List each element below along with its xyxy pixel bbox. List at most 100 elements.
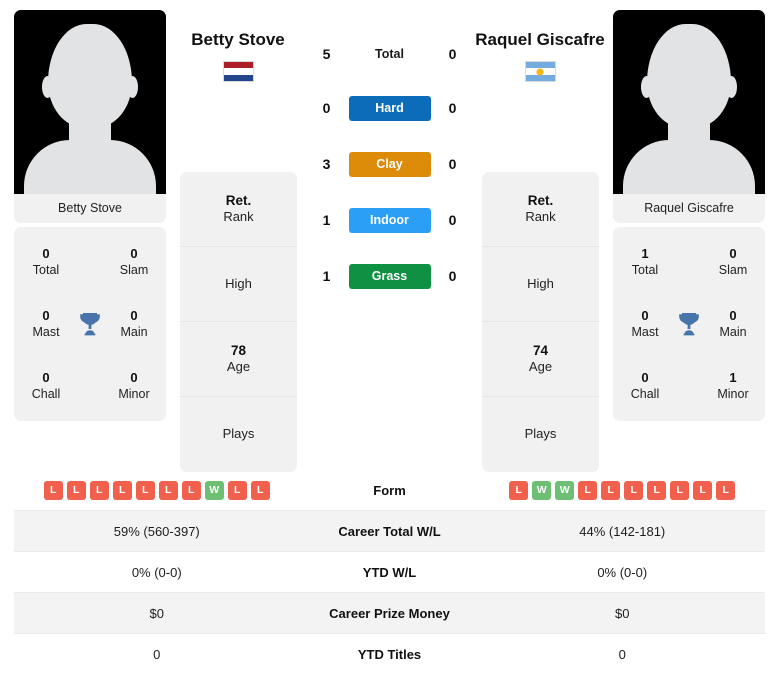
info-rank-left: Ret. Rank — [180, 172, 297, 247]
avatar-placeholder-icon — [613, 10, 765, 194]
nl-flag-icon — [222, 61, 254, 83]
stats-label-career-prize-money: Career Prize Money — [329, 605, 450, 621]
achievement-chall-left: 0 Chall — [31, 369, 61, 402]
surface-row-clay: 3 Clay 0 — [297, 136, 482, 192]
achievement-chall-right: 0 Chall — [630, 369, 660, 402]
form-badge-loss[interactable]: L — [43, 480, 63, 500]
form-badge-loss[interactable]: L — [624, 480, 644, 500]
surface-row-grass: 1 Grass 0 — [297, 248, 482, 304]
achievement-total-right: 1 Total — [631, 245, 659, 278]
info-card-right: Ret. Rank High 74 Age Plays — [482, 172, 599, 472]
achievements-card-right: 1 Total 0 Slam 0 Mast 0 Main 0 Chall 1 M… — [613, 227, 765, 421]
ytd-titles-right: 0 — [618, 647, 626, 662]
surface-grass-left-value: 1 — [322, 268, 331, 284]
achievement-row: 0 Total 0 Slam — [14, 231, 166, 293]
info-high-right: High — [482, 247, 599, 322]
achievement-mast-left: 0 Mast — [32, 307, 60, 340]
ar-flag-icon — [524, 61, 556, 83]
achievement-row: 1 Total 0 Slam — [613, 231, 765, 293]
stats-label-ytd-titles: YTD Titles — [357, 647, 422, 662]
stats-label-ytd-wl: YTD W/L — [362, 564, 417, 580]
form-badge-loss[interactable]: L — [693, 480, 713, 500]
surface-clay-left-value: 3 — [322, 156, 331, 172]
achievement-total-left: 0 Total — [32, 245, 60, 278]
form-badge-loss[interactable]: L — [181, 480, 201, 500]
form-badges-left: LLLLLLLWLL — [14, 480, 300, 500]
player-card-right: Raquel Giscafre 1 Total 0 Slam 0 Mast 0 … — [613, 10, 765, 421]
achievement-row: 0 Mast 0 Main — [14, 293, 166, 355]
ytd-titles-left: 0 — [153, 647, 161, 662]
stats-table: LLLLLLLWLL Form LWWLLLLLLL 59% (560-397)… — [0, 470, 779, 675]
surface-badge-clay[interactable]: Clay — [348, 151, 431, 177]
surface-row-indoor: 1 Indoor 0 — [297, 192, 482, 248]
surface-indoor-right-value: 0 — [448, 212, 457, 228]
surface-hard-left-value: 0 — [322, 100, 331, 116]
form-badge-loss[interactable]: L — [647, 480, 667, 500]
form-badge-loss[interactable]: L — [601, 480, 621, 500]
form-badge-loss[interactable]: L — [716, 480, 736, 500]
form-badge-loss[interactable]: L — [670, 480, 690, 500]
stats-row-ytd-titles: 0 YTD Titles 0 — [14, 634, 765, 675]
achievement-main-right: 0 Main — [719, 307, 747, 340]
form-badge-loss[interactable]: L — [509, 480, 529, 500]
avatar-placeholder-icon — [14, 10, 166, 194]
achievement-row: 0 Chall 1 Minor — [613, 355, 765, 417]
form-badge-loss[interactable]: L — [112, 480, 132, 500]
info-plays-right: Plays — [524, 426, 557, 442]
stats-row-career-prize-money: $0 Career Prize Money $0 — [14, 593, 765, 634]
trophy-icon — [674, 312, 704, 336]
form-right: LWWLLLLLLL — [480, 480, 766, 500]
achievement-slam-right: 0 Slam — [718, 245, 748, 278]
form-badge-win[interactable]: W — [532, 480, 552, 500]
form-badge-loss[interactable]: L — [135, 480, 155, 500]
surface-badge-grass[interactable]: Grass — [348, 263, 431, 289]
surface-badge-hard[interactable]: Hard — [348, 95, 431, 121]
career-prize-money-right: $0 — [615, 605, 630, 621]
form-badge-loss[interactable]: L — [578, 480, 598, 500]
form-badge-win[interactable]: W — [555, 480, 575, 500]
stats-row-form: LLLLLLLWLL Form LWWLLLLLLL — [14, 470, 765, 511]
sun-of-may-icon — [536, 68, 544, 76]
achievement-minor-right: 1 Minor — [717, 369, 749, 402]
surface-badge-indoor[interactable]: Indoor — [348, 207, 431, 233]
player-photo-card-right[interactable]: Raquel Giscafre — [613, 10, 765, 223]
surface-indoor-left-value: 1 — [322, 212, 331, 228]
form-badge-loss[interactable]: L — [89, 480, 109, 500]
achievement-minor-left: 0 Minor — [118, 369, 150, 402]
stats-row-ytd-wl: 0% (0-0) YTD W/L 0% (0-0) — [14, 552, 765, 593]
info-plays-left: Plays — [222, 426, 255, 442]
player-photo-caption-left: Betty Stove — [58, 201, 122, 215]
form-badge-loss[interactable]: L — [250, 480, 270, 500]
form-badge-loss[interactable]: L — [66, 480, 86, 500]
info-age-right: 74 Age — [482, 322, 599, 397]
player-name-left[interactable]: Betty Stove — [163, 28, 313, 83]
surface-row-total: 5 Total 0 — [297, 28, 482, 80]
surface-total-label: Total — [375, 47, 404, 61]
achievement-row: 0 Chall 0 Minor — [14, 355, 166, 417]
player-name-right[interactable]: Raquel Giscafre — [465, 28, 615, 83]
trophy-icon — [75, 312, 105, 336]
surface-clay-right-value: 0 — [448, 156, 457, 172]
player-photo-card-left[interactable]: Betty Stove — [14, 10, 166, 223]
achievement-row: 0 Mast 0 Main — [613, 293, 765, 355]
form-badge-win[interactable]: W — [204, 480, 224, 500]
surface-titles-column: 5 Total 0 0 Hard 0 3 Clay 0 1 Indoor 0 1… — [297, 10, 482, 304]
info-high-left: High — [180, 247, 297, 322]
form-badge-loss[interactable]: L — [158, 480, 178, 500]
surface-grass-right-value: 0 — [448, 268, 457, 284]
ytd-wl-right: 0% (0-0) — [597, 564, 648, 580]
form-badge-loss[interactable]: L — [227, 480, 247, 500]
info-rank-right: Ret. Rank — [482, 172, 599, 247]
stats-label-form: Form — [373, 482, 406, 498]
form-badges-right: LWWLLLLLLL — [480, 480, 766, 500]
achievement-main-left: 0 Main — [120, 307, 148, 340]
surface-hard-right-value: 0 — [448, 100, 457, 116]
career-total-wl-right: 44% (142-181) — [579, 523, 666, 539]
surface-row-hard: 0 Hard 0 — [297, 80, 482, 136]
achievements-card-left: 0 Total 0 Slam 0 Mast 0 Main 0 Chall 0 M… — [14, 227, 166, 421]
player-card-left: Betty Stove 0 Total 0 Slam 0 Mast 0 Main… — [14, 10, 166, 421]
info-age-left: 78 Age — [180, 322, 297, 397]
stats-row-career-total-wl: 59% (560-397) Career Total W/L 44% (142-… — [14, 511, 765, 552]
achievement-slam-left: 0 Slam — [119, 245, 149, 278]
achievement-mast-right: 0 Mast — [631, 307, 659, 340]
